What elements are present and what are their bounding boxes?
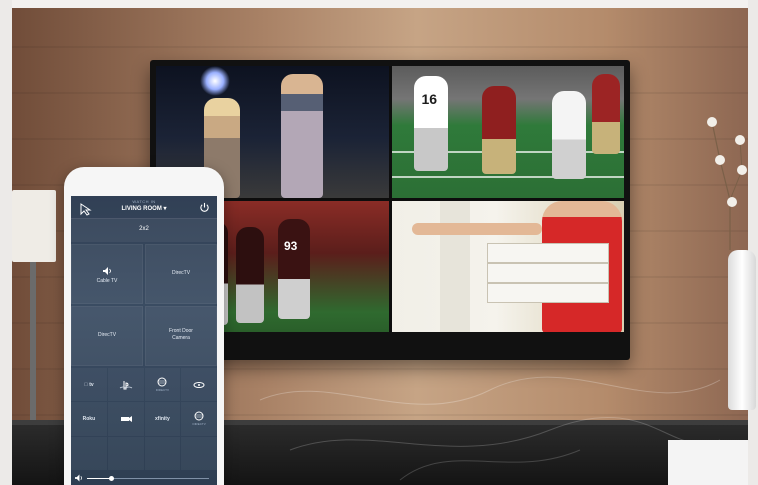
left-frame (0, 0, 12, 485)
lamp-shade (12, 190, 56, 262)
player-red-2 (591, 74, 620, 154)
att-icon (194, 411, 204, 421)
bluray-icon (193, 381, 205, 388)
source-label: DIRECTV (155, 388, 169, 393)
pizza-box-2 (486, 262, 609, 283)
quadrant-front-door-camera[interactable]: Front Door Camera (145, 306, 217, 366)
quadrant-directv-1[interactable]: DirecTV (145, 244, 217, 304)
pizza-box-1 (486, 242, 609, 263)
speaker-icon (103, 267, 111, 275)
layout-selector[interactable]: 2x2 (71, 218, 217, 242)
quadrant-label: DirecTV (171, 270, 191, 276)
source-grid:  tv DIRECTV (71, 368, 217, 470)
att-icon (157, 377, 167, 387)
volume-knob[interactable] (108, 476, 114, 481)
source-roku[interactable]: Roku (71, 402, 107, 436)
volume-slider[interactable] (87, 476, 209, 481)
playstation-icon (119, 380, 132, 390)
stage-light (200, 66, 230, 96)
delivery-arm (411, 222, 542, 235)
tv-screen-2x2: 16 5 93 (156, 66, 624, 332)
room-caption: WATCH IN (132, 199, 156, 204)
tv-tile-pizza (391, 200, 624, 332)
source-empty (181, 436, 217, 470)
volume-icon (75, 474, 83, 482)
white-box (668, 440, 748, 485)
quadrant-label: Cable TV (96, 278, 118, 284)
app-header: WATCH IN LIVING ROOM ▾ (71, 196, 217, 219)
source-playstation[interactable] (107, 368, 144, 402)
appletv-icon:  tv (84, 381, 94, 388)
volume-fill (87, 478, 112, 479)
player-garnet-3 (236, 226, 264, 323)
quadrant-label: DirecTV (97, 332, 117, 338)
source-label: DIRECTV (192, 422, 206, 427)
player-white (551, 91, 586, 179)
jersey-number: 16 (421, 91, 438, 107)
source-att-directv-2[interactable]: DIRECTV (181, 402, 217, 436)
source-att-directv[interactable]: DIRECTV (144, 368, 181, 402)
cotton-branch (707, 117, 747, 250)
jersey-number: 93 (284, 238, 298, 253)
player-garnet-93 (278, 218, 310, 319)
room-selector[interactable]: LIVING ROOM ▾ (99, 205, 189, 212)
top-frame (0, 0, 758, 8)
power-icon[interactable] (199, 202, 210, 213)
roku-icon: Roku (82, 415, 96, 422)
source-bluray[interactable] (181, 368, 217, 402)
source-empty (71, 436, 107, 470)
sketch-overlay (259, 376, 721, 481)
source-camera[interactable] (107, 402, 144, 436)
layout-label: 2x2 (139, 226, 149, 232)
volume-row (71, 472, 217, 485)
actor-woman-2 (281, 74, 323, 198)
player-red (481, 86, 516, 174)
yard-line (391, 176, 624, 178)
vase (728, 250, 756, 410)
quadrant-directv-2[interactable]: DirecTV (71, 306, 143, 366)
quadrant-grid: Cable TV DirecTV DirecTV Front Door Came… (71, 244, 217, 366)
door-frame (439, 200, 470, 332)
pizza-box-3 (486, 282, 609, 303)
camera-icon (120, 415, 132, 422)
quadrant-cable-tv[interactable]: Cable TV (71, 244, 143, 304)
source-empty (144, 436, 181, 470)
source-xfinity[interactable]: xfinity (144, 402, 181, 436)
source-appletv[interactable]:  tv (71, 368, 107, 402)
xfinity-icon: xfinity (155, 415, 170, 422)
lamp-stem (30, 262, 36, 422)
cursor-icon[interactable] (79, 202, 93, 216)
remote-app-screen: WATCH IN LIVING ROOM ▾ 2x2 Cable TV Dire… (71, 196, 217, 485)
quadrant-label: Front Door Camera (169, 328, 193, 341)
phone-device: WATCH IN LIVING ROOM ▾ 2x2 Cable TV Dire… (64, 167, 224, 485)
source-empty (107, 436, 144, 470)
tv-tile-football: 16 (391, 66, 624, 198)
